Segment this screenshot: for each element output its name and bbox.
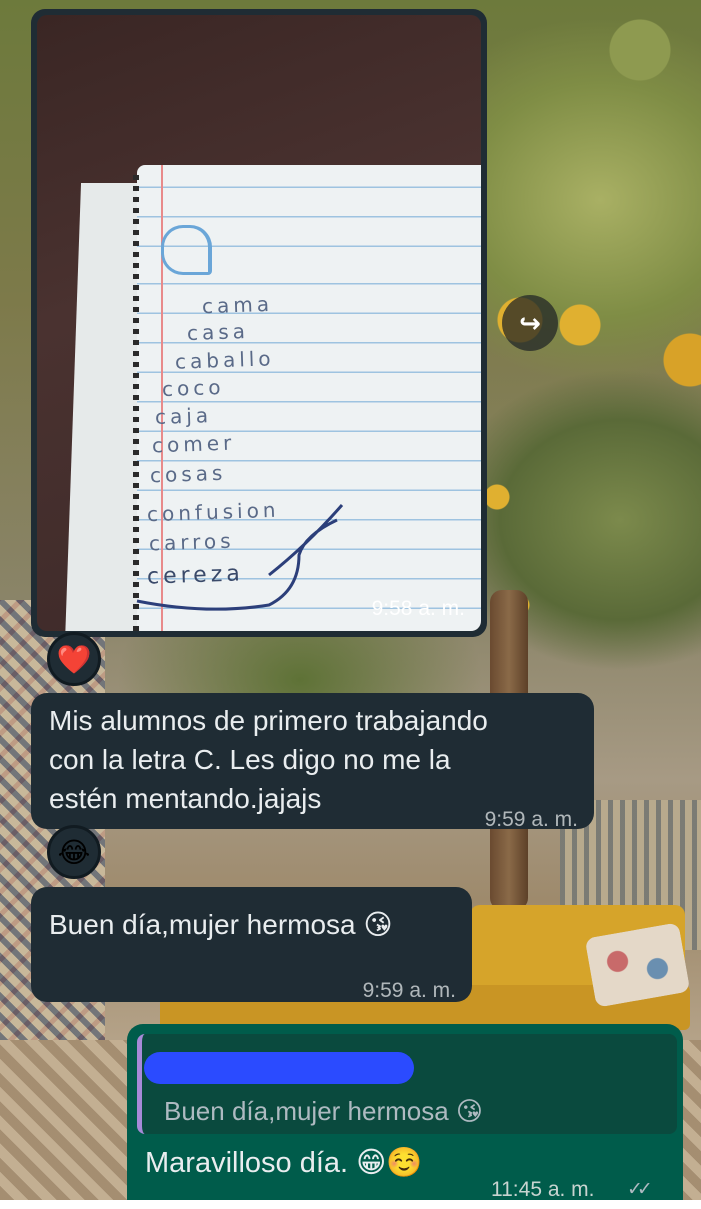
image-message[interactable]: cama casa caballo coco caja comer cosas …: [31, 9, 487, 637]
laughing-reaction-icon: 😂: [57, 836, 91, 868]
redacted-sender-name: [144, 1052, 414, 1084]
quoted-message[interactable]: Buen día,mujer hermosa 😘: [137, 1034, 677, 1134]
message-text: Maravilloso día. 😁☺️: [145, 1147, 423, 1179]
message-time: 9:58 a. m.: [371, 597, 465, 620]
teacher-checkmark: [136, 504, 344, 611]
reaction-badge[interactable]: 😂: [47, 825, 101, 879]
reaction-badge[interactable]: ❤️: [47, 632, 101, 686]
forward-icon: ↪: [519, 307, 541, 338]
forward-button[interactable]: ↪: [502, 295, 558, 351]
incoming-message[interactable]: Buen día,mujer hermosa 😘 9:59 a. m.: [31, 887, 472, 1002]
message-time: 11:45 a. m.: [491, 1178, 595, 1201]
message-line: con la letra C. Les digo no me la: [49, 744, 451, 775]
message-text: Buen día,mujer hermosa 😘: [49, 909, 393, 940]
notebook-photo[interactable]: cama casa caballo coco caja comer cosas …: [37, 15, 481, 631]
message-time: 9:59 a. m.: [362, 979, 456, 1002]
read-receipt-icon: ✓✓: [627, 1179, 653, 1200]
incoming-message[interactable]: Mis alumnos de primero trabajando con la…: [31, 693, 594, 831]
message-time: 9:59 a. m.: [484, 808, 578, 831]
message-line: Mis alumnos de primero trabajando: [49, 705, 488, 736]
quoted-text: Buen día,mujer hermosa 😘: [164, 1096, 484, 1126]
heart-reaction-icon: ❤️: [56, 643, 92, 675]
outgoing-reply-message[interactable]: Buen día,mujer hermosa 😘 Maravilloso día…: [127, 1024, 683, 1201]
